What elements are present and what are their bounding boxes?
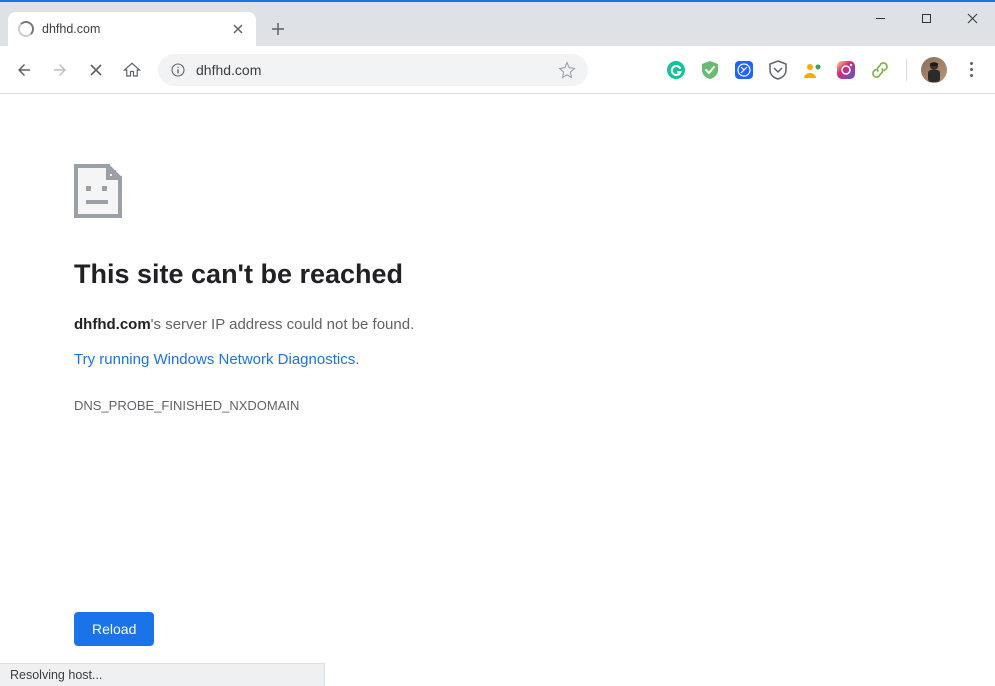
extension-separator xyxy=(906,59,907,81)
loading-spinner-icon xyxy=(18,21,34,37)
link-extension-icon[interactable] xyxy=(868,58,892,82)
diagnostics-period: . xyxy=(355,351,359,368)
tab-close-button[interactable] xyxy=(230,21,246,37)
titlebar: dhfhd.com xyxy=(0,2,995,46)
browser-tab[interactable]: dhfhd.com xyxy=(8,12,256,46)
error-page-content: This site can't be reached dhfhd.com's s… xyxy=(0,94,995,413)
error-code: DNS_PROBE_FINISHED_NXDOMAIN xyxy=(74,398,995,413)
pocket-extension-icon[interactable] xyxy=(766,58,790,82)
tab-title: dhfhd.com xyxy=(42,22,230,36)
sad-page-icon xyxy=(74,164,995,223)
extensions-area xyxy=(664,57,987,83)
bookmark-star-icon[interactable] xyxy=(558,61,576,79)
error-desc-suffix: 's server IP address could not be found. xyxy=(151,316,415,333)
address-bar[interactable]: dhfhd.com xyxy=(158,54,588,86)
reload-button[interactable]: Reload xyxy=(74,612,154,646)
chrome-menu-button[interactable] xyxy=(957,62,985,77)
back-button[interactable] xyxy=(8,54,40,86)
diagnostics-line: Try running Windows Network Diagnostics. xyxy=(74,351,995,398)
stop-reload-button[interactable] xyxy=(80,54,112,86)
status-bar: Resolving host... xyxy=(0,663,325,686)
safari-extension-icon[interactable] xyxy=(732,58,756,82)
error-title: This site can't be reached xyxy=(74,259,995,290)
maximize-button[interactable] xyxy=(903,2,949,34)
adguard-extension-icon[interactable] xyxy=(698,58,722,82)
error-description: dhfhd.com's server IP address could not … xyxy=(74,316,995,333)
error-domain: dhfhd.com xyxy=(74,316,151,333)
close-window-button[interactable] xyxy=(949,2,995,34)
forward-button[interactable] xyxy=(44,54,76,86)
minimize-button[interactable] xyxy=(857,2,903,34)
grammarly-extension-icon[interactable] xyxy=(664,58,688,82)
url-text: dhfhd.com xyxy=(196,62,558,78)
site-info-icon[interactable] xyxy=(170,62,186,78)
home-button[interactable] xyxy=(116,54,148,86)
instagram-extension-icon[interactable] xyxy=(834,58,858,82)
user-extension-icon[interactable] xyxy=(800,58,824,82)
toolbar: dhfhd.com xyxy=(0,46,995,94)
window-controls xyxy=(857,2,995,34)
diagnostics-link[interactable]: Try running Windows Network Diagnostics xyxy=(74,351,355,368)
profile-avatar[interactable] xyxy=(921,57,947,83)
new-tab-button[interactable] xyxy=(264,15,292,43)
